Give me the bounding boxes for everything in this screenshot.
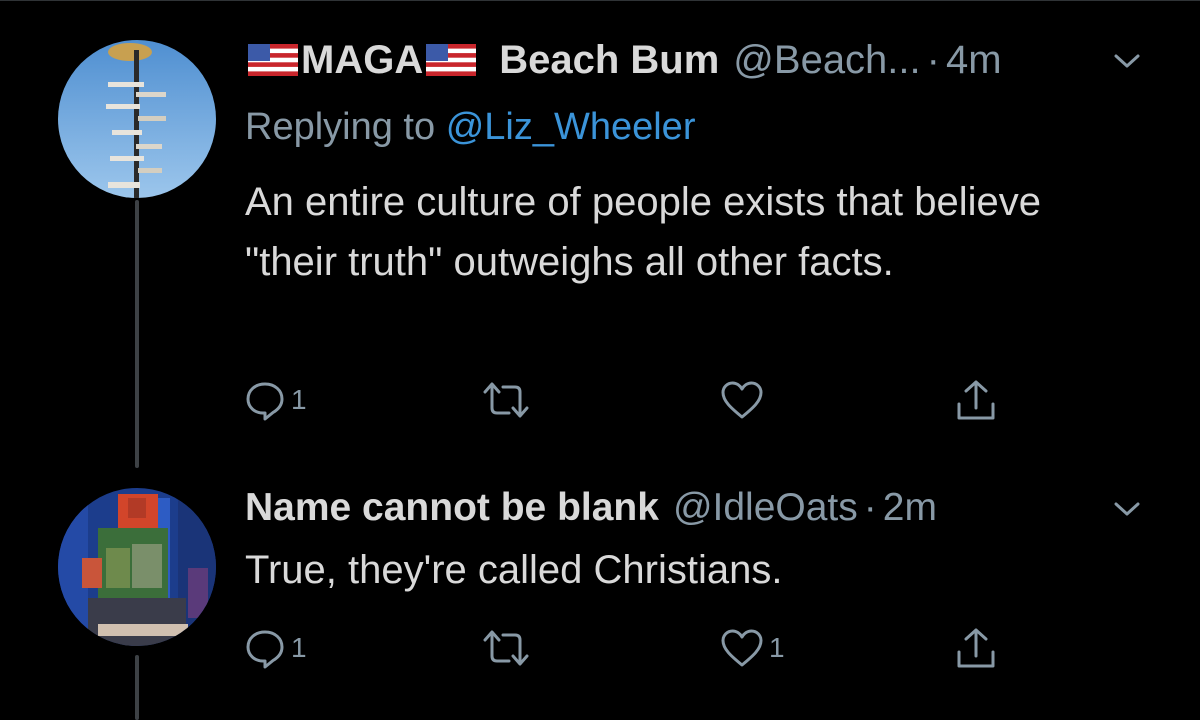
- heart-icon: [721, 381, 763, 419]
- separator-dot: ·: [926, 38, 940, 82]
- chevron-down-icon[interactable]: [1113, 500, 1141, 518]
- share-icon: [957, 628, 995, 668]
- reply-icon: [246, 382, 284, 421]
- share-icon: [957, 380, 995, 420]
- display-name-text: MAGA: [301, 38, 424, 82]
- share-button[interactable]: [953, 626, 1003, 672]
- share-button[interactable]: [953, 378, 1003, 424]
- tweet-text: An entire culture of people exists that …: [245, 180, 1042, 284]
- avatar[interactable]: [58, 40, 216, 198]
- replying-to: Replying to @Liz_Wheeler: [245, 106, 695, 149]
- tweet-header: Name cannot be blank @IdleOats · 2m: [245, 488, 937, 527]
- avatar[interactable]: [58, 488, 216, 646]
- thread-line: [135, 200, 139, 468]
- like-count: 1: [769, 632, 785, 663]
- painting-photo: [58, 488, 216, 646]
- reply-icon: [246, 630, 284, 669]
- timestamp[interactable]: 2m: [883, 488, 937, 527]
- reply-button[interactable]: 1: [243, 378, 307, 422]
- tweet-text: True, they're called Christians.: [245, 548, 783, 592]
- action-bar: 1: [243, 378, 1023, 426]
- action-bar: 1 1: [243, 626, 1023, 674]
- display-name[interactable]: MAGA Beach Bum: [245, 40, 719, 80]
- like-button[interactable]: [719, 378, 769, 422]
- tweet-header: MAGA Beach Bum @Beach... · 4m: [245, 40, 1002, 80]
- signpost-photo: [58, 40, 216, 198]
- retweet-icon: [483, 630, 529, 666]
- top-divider: [0, 0, 1200, 1]
- replying-to-label: Replying to: [245, 106, 436, 148]
- separator-dot: ·: [863, 486, 877, 529]
- retweet-icon: [483, 382, 529, 418]
- thread-line: [135, 655, 139, 720]
- user-handle[interactable]: @Beach...: [733, 40, 920, 80]
- user-handle[interactable]: @IdleOats: [673, 488, 858, 527]
- retweet-button[interactable]: [481, 378, 535, 422]
- us-flag-icon: [426, 44, 477, 76]
- display-name-tail: Beach Bum: [499, 38, 720, 82]
- display-name[interactable]: Name cannot be blank: [245, 488, 659, 527]
- reply-count: 1: [291, 384, 307, 415]
- replying-to-mention[interactable]: @Liz_Wheeler: [446, 106, 696, 148]
- reply-button[interactable]: 1: [243, 626, 307, 670]
- like-button[interactable]: 1: [719, 626, 785, 670]
- chevron-down-icon[interactable]: [1113, 52, 1141, 70]
- retweet-button[interactable]: [481, 626, 535, 670]
- us-flag-icon: [248, 44, 298, 76]
- timestamp[interactable]: 4m: [946, 40, 1002, 80]
- reply-count: 1: [291, 632, 307, 663]
- heart-icon: [721, 629, 763, 667]
